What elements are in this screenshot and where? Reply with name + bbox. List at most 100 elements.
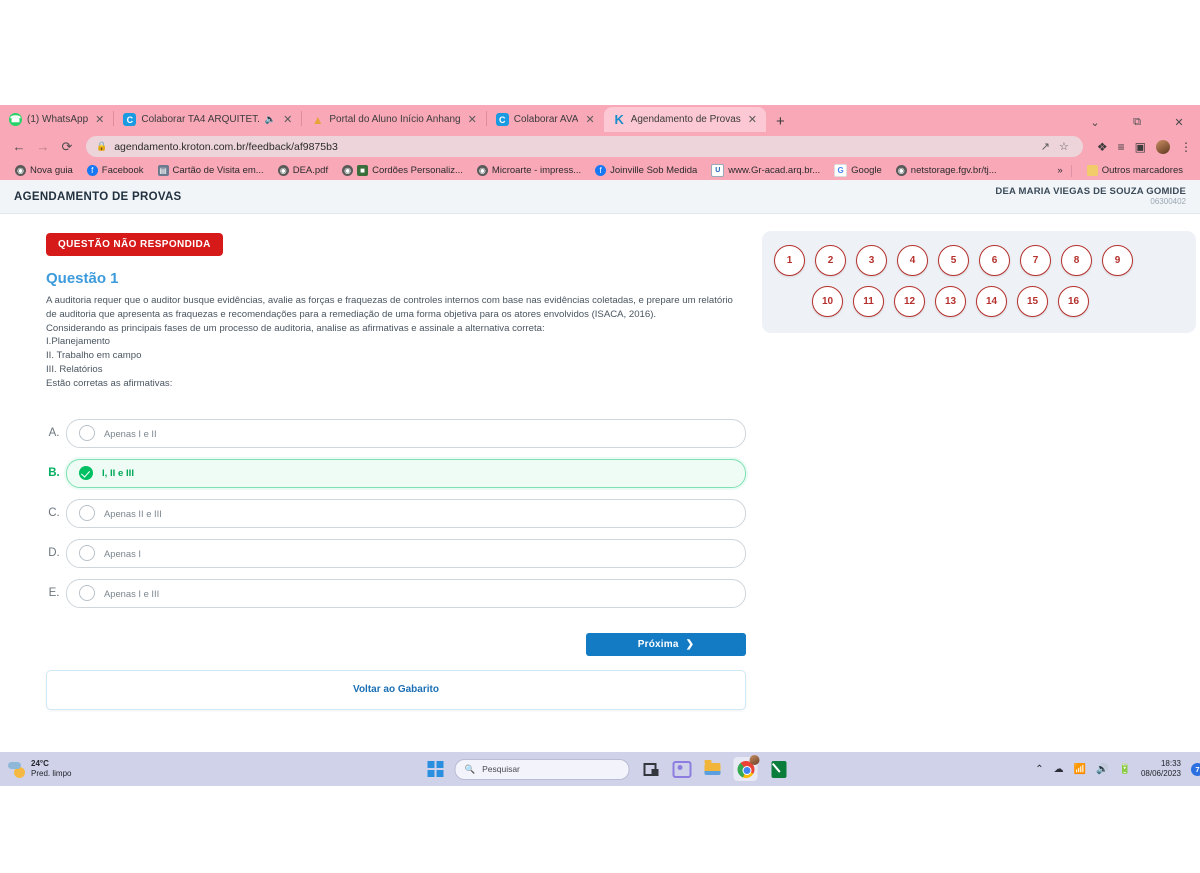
taskbar-clock[interactable]: 18:33 08/06/2023 — [1141, 759, 1181, 779]
question-nav-item[interactable]: 5 — [938, 245, 969, 276]
maximize-icon[interactable]: ⧉ — [1116, 116, 1158, 129]
tab-mute-icon[interactable]: 🔈 — [265, 114, 276, 125]
question-nav-item[interactable]: 3 — [856, 245, 887, 276]
portal-aluno-icon: ▲ — [311, 112, 324, 127]
wifi-icon[interactable]: 📶 — [1074, 764, 1086, 775]
browser-tab-colaborar-ta4[interactable]: C Colaborar TA4 ARQUITET. 🔈 ✕ — [114, 107, 301, 132]
radio-icon[interactable] — [79, 545, 95, 562]
chat-icon[interactable] — [672, 759, 692, 779]
question-nav-item[interactable]: 12 — [894, 286, 925, 317]
bookmark-netstorage[interactable]: ◉ netstorage.fgv.br/tj... — [889, 165, 1004, 176]
bookmark-cartao-visita[interactable]: ▤ Cartão de Visita em... — [151, 165, 271, 176]
radio-icon[interactable] — [79, 425, 95, 442]
tab-close-icon[interactable]: ✕ — [93, 113, 106, 126]
browser-tab-whatsapp[interactable]: ☎ (1) WhatsApp ✕ — [0, 107, 113, 132]
minimize-icon[interactable]: ⌄ — [1074, 116, 1116, 129]
question-paragraph: II. Trabalho em campo — [46, 350, 142, 362]
tab-close-icon[interactable]: ✕ — [583, 113, 596, 126]
browser-tab-portal-aluno[interactable]: ▲ Portal do Aluno Início Anhang ✕ — [302, 107, 485, 132]
question-nav-item[interactable]: 4 — [897, 245, 928, 276]
option-box[interactable]: Apenas I e III — [66, 578, 746, 608]
question-nav-item[interactable]: 9 — [1102, 245, 1133, 276]
close-window-icon[interactable]: ✕ — [1158, 116, 1200, 129]
answer-option-a[interactable]: A. Apenas I e II — [46, 418, 746, 448]
check-circle-icon[interactable] — [79, 466, 93, 481]
new-tab-button[interactable]: + — [766, 113, 795, 132]
chrome-menu-icon[interactable]: ⋮ — [1180, 140, 1192, 154]
question-nav-item[interactable]: 14 — [976, 286, 1007, 317]
radio-icon[interactable] — [79, 505, 95, 522]
browser-tab-agendamento[interactable]: K Agendamento de Provas ✕ — [603, 107, 766, 132]
task-view-icon[interactable] — [641, 759, 661, 779]
tab-close-icon[interactable]: ✕ — [281, 113, 294, 126]
bookmark-facebook[interactable]: f Facebook — [80, 165, 151, 176]
question-nav-item[interactable]: 6 — [979, 245, 1010, 276]
side-panel-icon[interactable]: ▣ — [1135, 140, 1146, 154]
question-nav-item[interactable]: 1 — [774, 245, 805, 276]
back-icon[interactable]: ← — [8, 136, 30, 158]
app-header: AGENDAMENTO DE PROVAS DEA MARIA VIEGAS D… — [0, 180, 1200, 214]
question-nav-item[interactable]: 10 — [812, 286, 843, 317]
bookmark-dea-pdf[interactable]: ◉ DEA.pdf — [271, 165, 335, 176]
clock-date: 08/06/2023 — [1140, 769, 1181, 778]
share-icon[interactable]: ↗ — [1041, 140, 1050, 153]
bookmark-cordoes[interactable]: ◉ ■ Cordões Personaliz... — [335, 165, 470, 176]
back-to-answer-key-button[interactable]: Voltar ao Gabarito — [46, 669, 746, 710]
answer-option-b[interactable]: B. I, II e III — [46, 458, 746, 488]
option-box[interactable]: Apenas I — [66, 538, 746, 568]
chevron-right-icon: ❯ — [685, 638, 695, 650]
bookmark-nova-guia[interactable]: ◉ Nova guia — [8, 165, 80, 176]
question-paragraph: A auditoria requer que o auditor busque … — [46, 295, 733, 320]
bookmark-outros-marcadores[interactable]: Outros marcadores — [1080, 165, 1190, 176]
windows-start-icon[interactable] — [427, 761, 444, 777]
volume-icon[interactable]: 🔊 — [1096, 764, 1108, 775]
extensions-icon[interactable]: ❖ — [1097, 140, 1108, 154]
answer-option-c[interactable]: C. Apenas II e III — [46, 498, 746, 528]
bookmark-microarte[interactable]: ◉ Microarte - impress... — [470, 165, 588, 176]
onedrive-icon[interactable]: ☁ — [1054, 764, 1064, 775]
bookmark-gr-acad[interactable]: U www.Gr-acad.arq.br... — [704, 164, 827, 177]
bookmarks-overflow-icon[interactable]: » — [1057, 165, 1062, 176]
forward-icon[interactable]: → — [32, 136, 54, 158]
chrome-icon[interactable] — [733, 755, 760, 781]
file-explorer-icon[interactable] — [703, 759, 723, 779]
profile-avatar[interactable] — [1156, 139, 1170, 154]
option-box[interactable]: Apenas I e II — [66, 418, 746, 448]
address-bar[interactable]: 🔒 agendamento.kroton.com.br/feedback/af9… — [86, 136, 1083, 157]
notification-badge[interactable]: 7 — [1191, 762, 1200, 776]
question-nav-item[interactable]: 16 — [1058, 286, 1089, 317]
reload-icon[interactable]: ⟳ — [56, 136, 78, 158]
question-nav-item[interactable]: 11 — [853, 286, 884, 317]
option-box[interactable]: I, II e III — [66, 458, 746, 488]
bookmark-label: Microarte - impress... — [491, 165, 582, 176]
search-input[interactable]: 🔍 Pesquisar — [454, 758, 630, 780]
reading-list-icon[interactable]: ≡ — [1118, 140, 1125, 154]
question-paragraph: Considerando as principais fases de um p… — [46, 322, 545, 334]
browser-tab-colaborar-ava[interactable]: C Colaborar AVA ✕ — [487, 107, 604, 132]
question-nav-item[interactable]: 13 — [935, 286, 966, 317]
answer-option-d[interactable]: D. Apenas I — [46, 538, 746, 568]
money-app-icon[interactable] — [769, 759, 789, 779]
windows-taskbar: 24°C Pred. limpo 🔍 Pesquisar ⌃ ☁ 📶 🔊 🔋 1… — [0, 752, 1200, 786]
bookmark-joinville[interactable]: f Joinville Sob Medida — [588, 165, 704, 176]
question-nav-item[interactable]: 7 — [1020, 245, 1051, 276]
tab-close-icon[interactable]: ✕ — [746, 113, 759, 126]
option-letter: A. — [48, 427, 60, 440]
radio-icon[interactable] — [79, 585, 95, 602]
bookmark-label: Cartão de Visita em... — [172, 165, 264, 176]
question-nav-item[interactable]: 8 — [1061, 245, 1092, 276]
option-box[interactable]: Apenas II e III — [66, 498, 746, 528]
tray-overflow-icon[interactable]: ⌃ — [1035, 764, 1043, 775]
battery-icon[interactable]: 🔋 — [1119, 764, 1131, 775]
answer-option-e[interactable]: E. Apenas I e III — [46, 578, 746, 608]
tab-close-icon[interactable]: ✕ — [466, 113, 479, 126]
user-name: DEA MARIA VIEGAS DE SOUZA GOMIDE — [995, 185, 1186, 197]
star-icon[interactable]: ☆ — [1059, 140, 1069, 153]
next-question-button[interactable]: Próxima ❯ — [586, 632, 746, 656]
weather-widget[interactable]: 24°C Pred. limpo — [8, 759, 71, 778]
google-icon: G — [834, 164, 848, 177]
bookmark-google[interactable]: G Google — [827, 164, 889, 177]
question-nav-item[interactable]: 2 — [815, 245, 846, 276]
question-nav-item[interactable]: 15 — [1017, 286, 1048, 317]
globe-icon: ◉ — [895, 165, 907, 176]
